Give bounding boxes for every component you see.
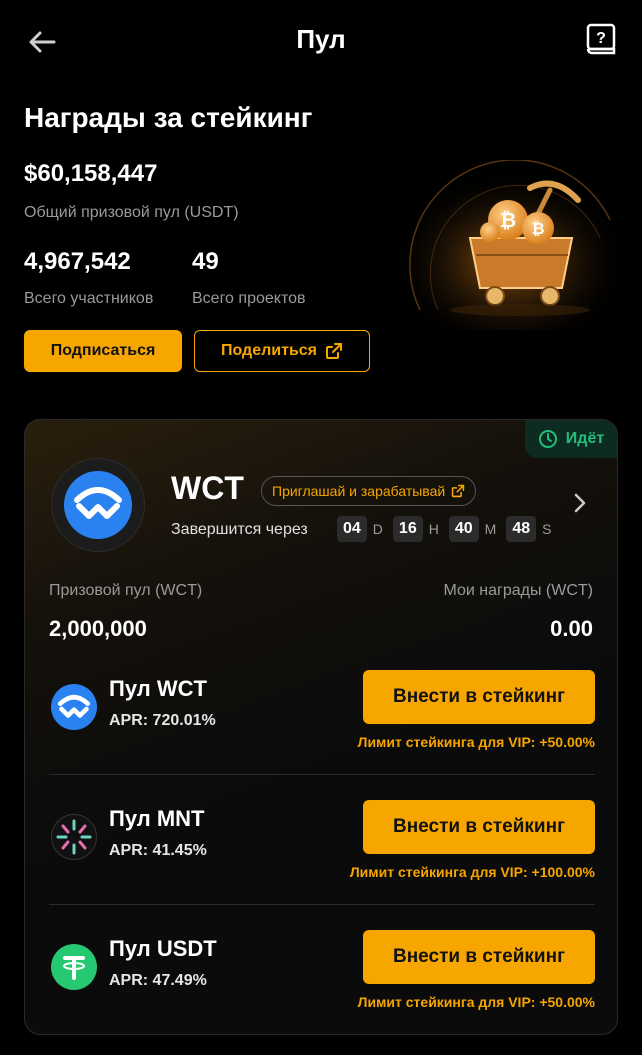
hero-title: Награды за стейкинг [24,102,313,133]
pool-name: Пул MNT [109,806,205,831]
page-title: Пул [296,24,346,54]
divider [49,774,595,775]
total-pool-label: Общий призовой пул (USDT) [24,204,239,221]
timer-days: 04 [337,516,367,542]
pool-apr: APR: 41.45% [109,842,207,859]
wct-icon [51,684,97,730]
participants-value: 4,967,542 [24,248,131,275]
timer-hours: 16 [392,516,423,542]
projects-value: 49 [192,248,219,275]
my-rewards-label: Мои награды (WCT) [443,582,593,599]
invite-label: Приглашай и зарабатывай [272,483,446,499]
participants-label: Всего участников [24,290,154,307]
vip-limit-text: Лимит стейкинга для VIP: +50.00% [357,994,595,1010]
pool-name: Пул WCT [109,676,207,701]
help-book-icon[interactable]: ? [584,22,618,56]
share-button[interactable]: Поделиться [194,330,370,372]
svg-text:₿: ₿ [531,220,544,238]
mining-cart-illustration: ₿ ₿ [400,160,620,330]
ends-in-label: Завершится через [171,521,308,538]
wct-coin-logo [51,458,145,552]
external-link-icon [326,343,343,359]
projects-label: Всего проектов [192,290,306,307]
stake-button[interactable]: Внести в стейкинг [363,930,595,984]
pool-name: Пул USDT [109,936,217,961]
vip-limit-text: Лимит стейкинга для VIP: +100.00% [349,864,595,880]
pool-row-usdt: Пул USDT APR: 47.49% Внести в стейкинг Л… [49,930,595,1034]
prize-pool-value: 2,000,000 [49,616,147,641]
timer-minutes: 40 [448,516,479,542]
usdt-icon [51,944,97,990]
external-link-icon [451,484,465,498]
svg-text:₿: ₿ [500,210,516,232]
stake-button[interactable]: Внести в стейкинг [363,800,595,854]
pool-apr: APR: 47.49% [109,972,207,989]
timer-seconds-unit: S [542,521,552,537]
timer-minutes-unit: M [484,521,497,537]
countdown-timer: 04 D 16 H 40 M 48 S [337,516,555,542]
timer-seconds: 48 [506,516,537,542]
staking-project-card[interactable]: Идёт WCT Приглашай и зарабатывай Заверши… [24,419,618,1035]
chevron-right-icon[interactable] [573,492,587,514]
stake-button[interactable]: Внести в стейкинг [363,670,595,724]
svg-text:?: ? [596,30,606,47]
status-badge: Идёт [525,420,617,458]
pool-row-mnt: Пул MNT APR: 41.45% Внести в стейкинг Ли… [49,800,595,910]
pool-apr: APR: 720.01% [109,712,216,729]
divider [49,904,595,905]
mnt-icon [51,814,97,860]
subscribe-button[interactable]: Подписаться [24,330,182,372]
clock-icon [538,430,557,448]
project-coin-title: WCT [171,470,244,506]
timer-hours-unit: H [428,521,439,537]
wct-icon [64,471,132,539]
status-text: Идёт [565,430,605,447]
top-bar: Пул ? [0,0,642,84]
total-pool-value: $60,158,447 [24,160,158,187]
invite-earn-badge[interactable]: Приглашай и зарабатывай [261,476,477,506]
share-button-label: Поделиться [220,342,318,359]
prize-pool-label: Призовой пул (WCT) [49,582,203,599]
timer-days-unit: D [372,521,383,537]
vip-limit-text: Лимит стейкинга для VIP: +50.00% [357,734,595,750]
my-rewards-value: 0.00 [550,616,593,641]
pool-row-wct: Пул WCT APR: 720.01% Внести в стейкинг Л… [49,670,595,780]
